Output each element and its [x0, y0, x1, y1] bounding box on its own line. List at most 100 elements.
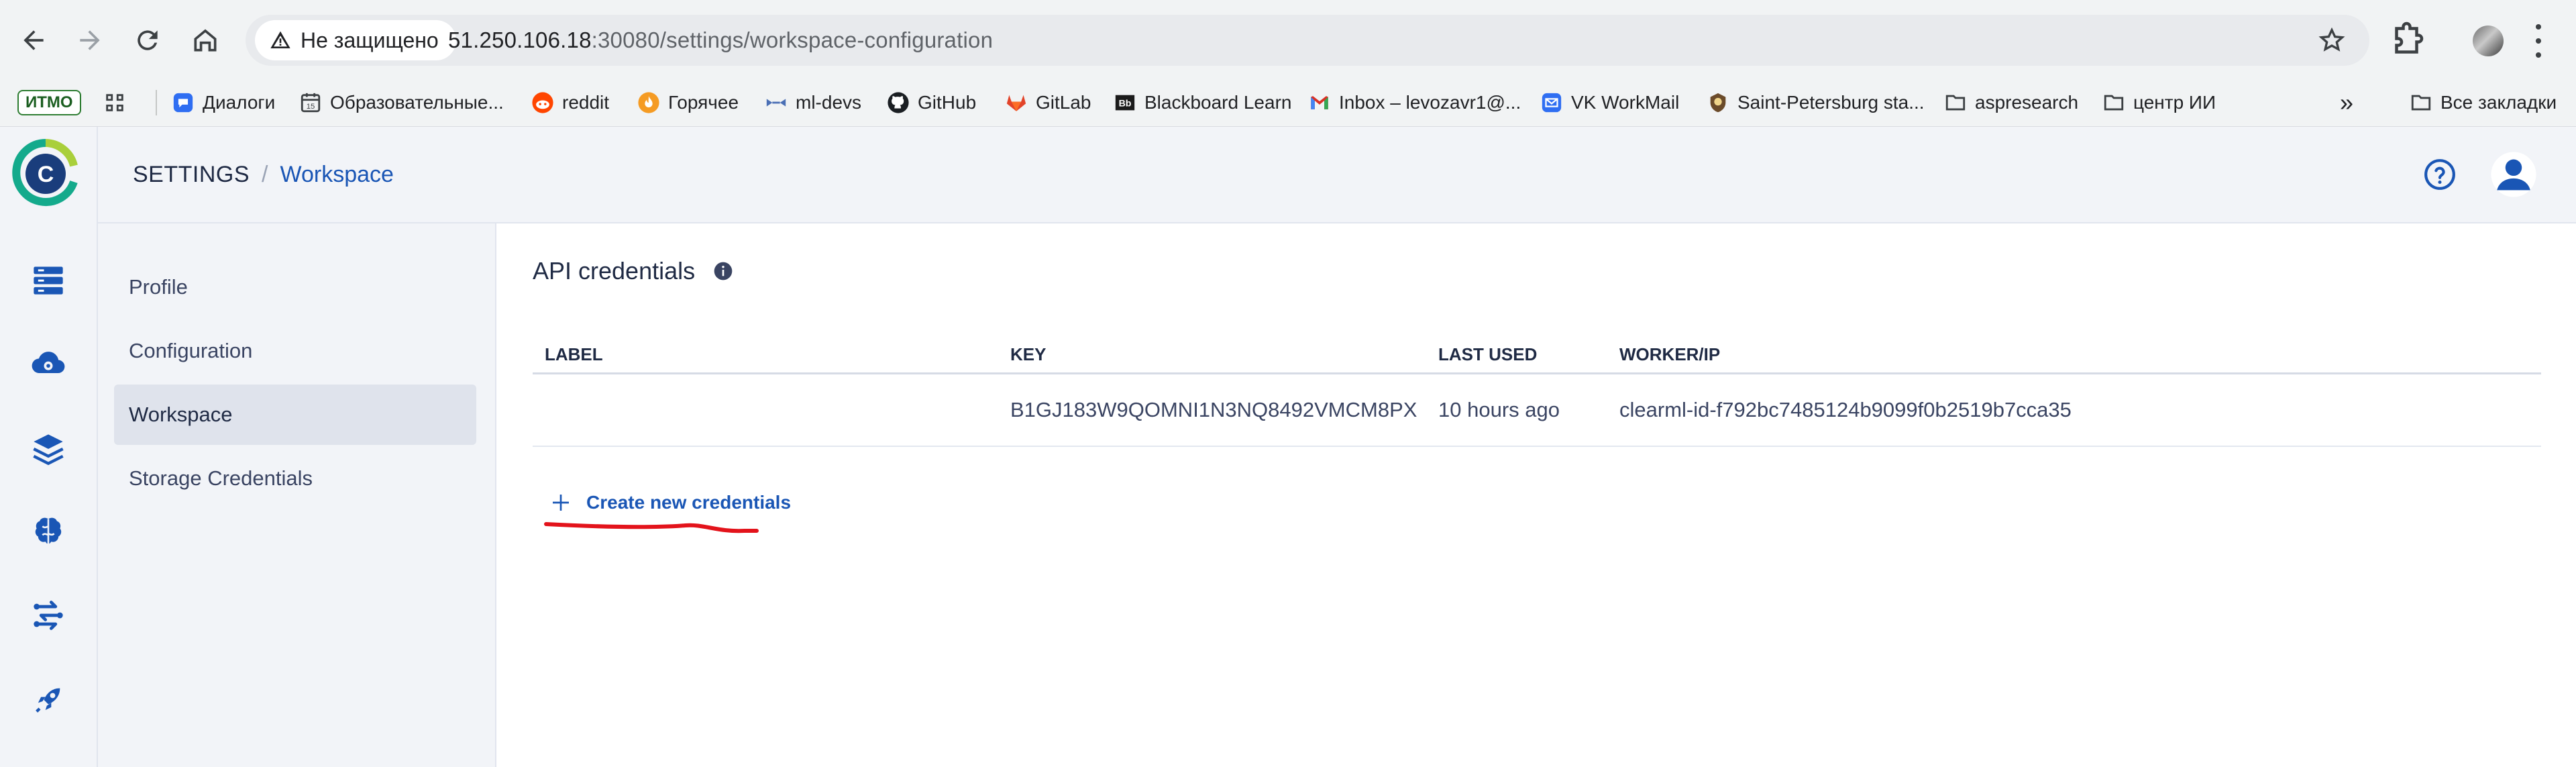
more-bookmarks-button[interactable]: »: [2340, 79, 2353, 126]
fire-icon: [637, 91, 660, 114]
url-path: :30080/settings/workspace-configuration: [591, 28, 994, 52]
home-icon: [194, 29, 217, 52]
column-header-last-used: LAST USED: [1438, 344, 1538, 364]
breadcrumb-settings[interactable]: SETTINGS: [133, 127, 250, 222]
bookmarks-bar: ИТМО Диалоги 15 Образовательные... reddi…: [0, 79, 2576, 127]
folder-icon: [2410, 91, 2432, 114]
extensions-icon[interactable]: [2388, 20, 2428, 60]
bookmark-label: Blackboard Learn: [1144, 92, 1292, 113]
nav-models[interactable]: [30, 513, 67, 551]
layers-icon: [33, 434, 64, 466]
bookmark-apps[interactable]: [103, 79, 126, 126]
all-bookmarks-button[interactable]: Все закладки: [2410, 79, 2557, 126]
profile-avatar[interactable]: [2473, 25, 2504, 56]
github-icon: [887, 91, 910, 114]
bookmark-label: Saint-Petersburg sta...: [1737, 92, 1925, 113]
create-credentials-button[interactable]: Create new credentials: [550, 492, 791, 513]
column-header-key: KEY: [1010, 344, 1046, 364]
brain-icon: [35, 517, 62, 546]
svg-text:C: C: [38, 162, 54, 187]
help-icon[interactable]: [2423, 158, 2457, 191]
all-bookmarks-label: Все закладки: [2440, 92, 2557, 113]
server-stack-icon: [34, 266, 63, 295]
bookmark-label: GitHub: [918, 92, 977, 113]
breadcrumb: SETTINGS / Workspace: [133, 127, 394, 222]
ml-devs-icon: [765, 91, 788, 114]
cell-worker-ip: clearml-id-f792bc7485124b9099f0b2519b7cc…: [1619, 398, 2072, 421]
itmo-logo: ИТМО: [17, 90, 81, 115]
spbu-icon: [1707, 91, 1729, 114]
nav-pipelines[interactable]: [30, 597, 67, 634]
cell-last-used: 10 hours ago: [1438, 398, 1560, 421]
nav-orchestration[interactable]: [30, 346, 67, 383]
plus-icon: [553, 495, 569, 511]
home-button[interactable]: [181, 16, 229, 64]
settings-nav: Profile Configuration Workspace Storage …: [98, 223, 496, 767]
address-bar[interactable]: Не защищено 51.250.106.18:30080/settings…: [246, 15, 2369, 66]
bookmark-vk-workmail[interactable]: VK WorkMail: [1540, 79, 1679, 126]
settings-nav-workspace[interactable]: Workspace: [114, 385, 476, 445]
svg-text:Bb: Bb: [1119, 99, 1132, 109]
user-menu-icon[interactable]: [2490, 151, 2537, 198]
bookmark-inbox[interactable]: Inbox – levozavr1@...: [1308, 79, 1521, 126]
browser-menu-icon[interactable]: [2533, 24, 2544, 58]
settings-nav-configuration[interactable]: Configuration: [114, 321, 476, 381]
credentials-table: LABEL KEY LAST USED WORKER/IP B1GJ183W9Q…: [533, 336, 2541, 447]
settings-nav-storage-credentials[interactable]: Storage Credentials: [114, 448, 476, 509]
bookmark-label: Диалоги: [203, 92, 276, 113]
nav-projects[interactable]: [30, 261, 67, 299]
bookmark-label: Образовательные...: [330, 92, 504, 113]
browser-toolbar: Не защищено 51.250.106.18:30080/settings…: [0, 0, 2576, 79]
gmail-icon: [1308, 91, 1331, 114]
bookmark-label: GitLab: [1036, 92, 1091, 113]
column-header-label: LABEL: [545, 344, 603, 364]
table-row[interactable]: B1GJ183W9QOMNI1N3NQ8492VMCM8PX 10 hours …: [533, 374, 2541, 447]
bookmark-ml-devs[interactable]: ml-devs: [765, 79, 861, 126]
bookmark-label: reddit: [562, 92, 610, 113]
bookmark-label: VK WorkMail: [1571, 92, 1680, 113]
bookmark-centr-ii[interactable]: центр ИИ: [2102, 79, 2216, 126]
bookmark-itmo[interactable]: ИТМО: [17, 79, 81, 126]
bookmark-blackboard[interactable]: Bb Blackboard Learn: [1114, 79, 1291, 126]
calendar-icon: 15: [299, 91, 322, 114]
bookmark-goryachee[interactable]: Горячее: [637, 79, 739, 126]
apps-grid-icon: [103, 91, 126, 114]
breadcrumb-separator: /: [262, 162, 268, 187]
main-sidebar: C: [0, 127, 98, 767]
gitlab-icon: [1005, 91, 1028, 114]
rocket-icon: [36, 688, 60, 713]
reload-button[interactable]: [123, 16, 172, 64]
bookmark-reddit[interactable]: reddit: [531, 79, 609, 126]
clearml-app: C SETTINGS / Workspace Profile Configura…: [0, 127, 2576, 767]
mail-icon: [1540, 91, 1563, 114]
clearml-logo[interactable]: C: [12, 139, 79, 209]
bookmark-github[interactable]: GitHub: [887, 79, 976, 126]
url-text[interactable]: 51.250.106.18:30080/settings/workspace-c…: [448, 15, 993, 66]
folder-icon: [1944, 91, 1967, 114]
bookmark-dialogi[interactable]: Диалоги: [172, 79, 275, 126]
settings-nav-profile[interactable]: Profile: [114, 257, 476, 317]
bookmark-aspresearch[interactable]: aspresearch: [1944, 79, 2078, 126]
column-header-worker-ip: WORKER/IP: [1619, 344, 1721, 364]
chat-icon: [172, 91, 195, 114]
bookmark-label: aspresearch: [1975, 92, 2079, 113]
reload-icon: [138, 30, 158, 50]
bookmark-obrazovatelnye[interactable]: 15 Образовательные...: [299, 79, 504, 126]
create-credentials-label: Create new credentials: [586, 492, 792, 513]
api-credentials-title: API credentials: [533, 257, 734, 285]
security-chip[interactable]: Не защищено: [255, 20, 456, 60]
info-icon[interactable]: [712, 260, 734, 282]
red-underline-annotation: [544, 522, 759, 533]
cell-key: B1GJ183W9QOMNI1N3NQ8492VMCM8PX: [1010, 398, 1417, 421]
nav-deploy[interactable]: [30, 681, 67, 719]
back-button[interactable]: [9, 16, 58, 64]
nav-datasets[interactable]: [30, 430, 67, 468]
bookmark-star-icon[interactable]: [2318, 27, 2345, 54]
workspace-content: API credentials LABEL KEY LAST USED WORK…: [496, 223, 2576, 767]
bookmark-gitlab[interactable]: GitLab: [1005, 79, 1091, 126]
arrow-left-icon: [23, 30, 44, 50]
forward-button[interactable]: [66, 16, 114, 64]
table-header: LABEL KEY LAST USED WORKER/IP: [533, 336, 2541, 374]
url-host: 51.250.106.18: [448, 28, 592, 52]
bookmark-spbu[interactable]: Saint-Petersburg sta...: [1707, 79, 1925, 126]
